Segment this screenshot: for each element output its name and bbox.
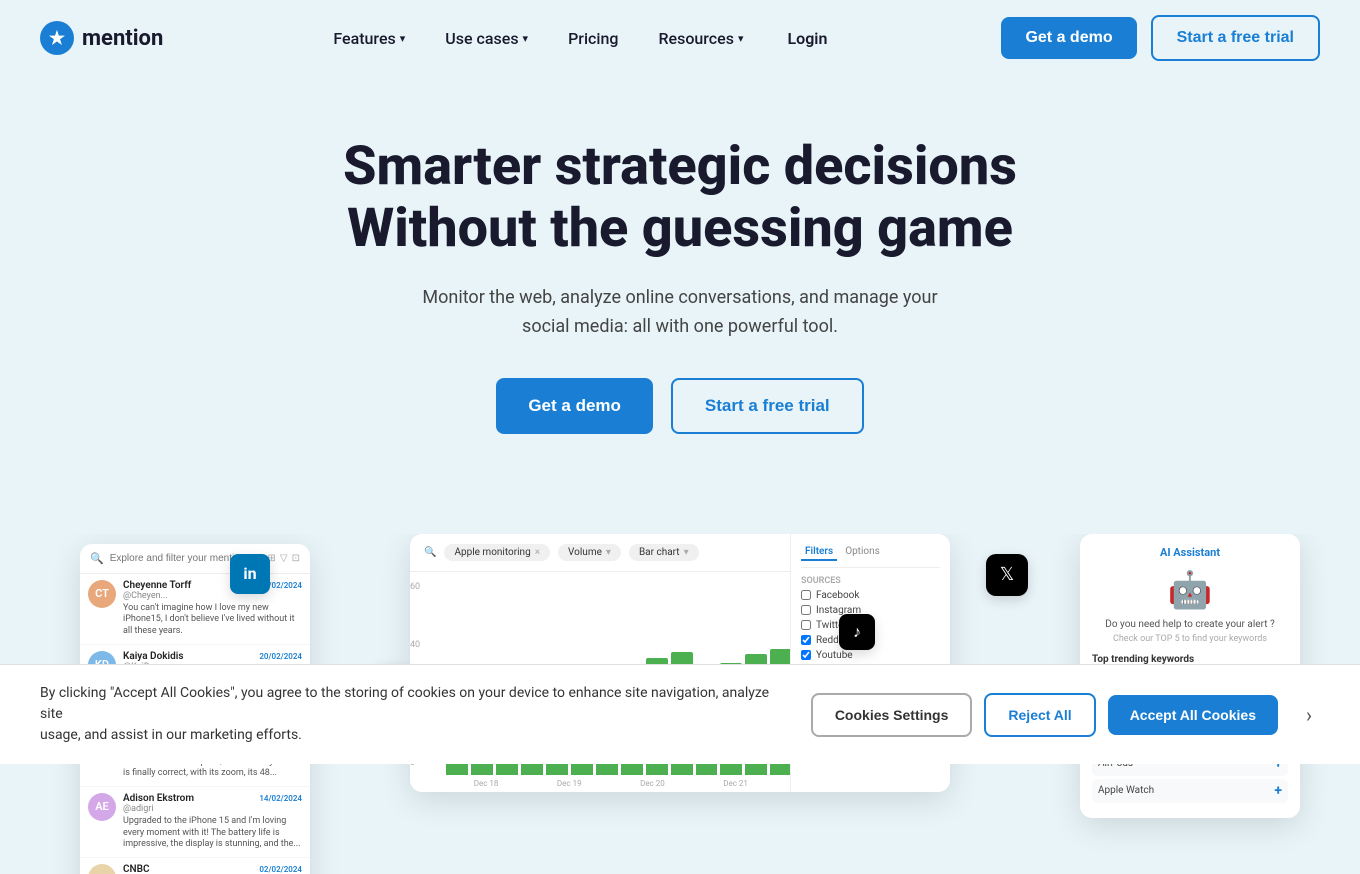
nav-use-cases[interactable]: Use cases ▾ xyxy=(429,19,544,58)
hero-section: Smarter strategic decisions Without the … xyxy=(0,76,1360,534)
ai-message: Do you need help to create your alert ? xyxy=(1092,619,1288,630)
chevron-down-icon: ▾ xyxy=(606,547,611,558)
mentions-search-bar[interactable]: 🔍 ⊞▽⊡ xyxy=(80,544,310,574)
brand-name: mention xyxy=(82,26,163,51)
hero-buttons: Get a demo Start a free trial xyxy=(40,378,1320,434)
list-item: Apple Watch+ xyxy=(1092,779,1288,803)
sources-title: Sources xyxy=(801,576,940,586)
hero-demo-button[interactable]: Get a demo xyxy=(496,378,653,434)
hero-subtext: Monitor the web, analyze online conversa… xyxy=(420,284,940,342)
cookie-buttons: Cookies Settings Reject All Accept All C… xyxy=(811,693,1278,737)
search-icon: 🔍 xyxy=(90,552,104,565)
reject-all-button[interactable]: Reject All xyxy=(984,693,1095,737)
nav-actions: Get a demo Start a free trial xyxy=(1001,15,1320,61)
filter-tab-filters[interactable]: Filters xyxy=(801,544,837,561)
start-trial-button[interactable]: Start a free trial xyxy=(1151,15,1320,61)
cookie-banner: By clicking "Accept All Cookies", you ag… xyxy=(0,664,1360,764)
chart-tag-apple[interactable]: Apple monitoring × xyxy=(444,544,550,561)
ai-robot-icon: 🤖 xyxy=(1092,569,1288,611)
cookie-arrow-icon[interactable]: › xyxy=(1298,699,1320,731)
get-demo-button[interactable]: Get a demo xyxy=(1001,17,1136,59)
filter-checkbox[interactable] xyxy=(801,635,811,645)
search-filter-icons: ⊞▽⊡ xyxy=(268,553,300,564)
accept-all-button[interactable]: Accept All Cookies xyxy=(1108,695,1278,735)
list-item: AE Adison Ekstrom 14/02/2024 @adigri Upg… xyxy=(80,787,310,858)
filter-tab-options[interactable]: Options xyxy=(841,544,884,561)
nav-login[interactable]: Login xyxy=(767,19,847,58)
filter-option[interactable]: Facebook xyxy=(801,590,940,601)
navigation: ★ mention Features ▾ Use cases ▾ Pricing… xyxy=(0,0,1360,76)
linkedin-icon: in xyxy=(230,554,270,594)
hero-trial-button[interactable]: Start a free trial xyxy=(671,378,864,434)
filter-checkbox[interactable] xyxy=(801,650,811,660)
ai-panel-title: AI Assistant xyxy=(1092,546,1288,559)
nav-resources[interactable]: Resources ▾ xyxy=(642,19,759,58)
add-keyword-icon[interactable]: + xyxy=(1274,783,1282,799)
filter-checkbox[interactable] xyxy=(801,605,811,615)
list-item: CN CNBC 02/02/2024 @CNBC Apple reported … xyxy=(80,858,310,874)
ai-sub: Check our TOP 5 to find your keywords xyxy=(1092,634,1288,644)
hero-headline: Smarter strategic decisions Without the … xyxy=(40,136,1320,260)
nav-pricing[interactable]: Pricing xyxy=(552,19,634,58)
search-chart-icon: 🔍 xyxy=(424,547,436,558)
features-chevron-icon: ▾ xyxy=(400,32,406,45)
logo-star: ★ xyxy=(40,21,74,55)
nav-links: Features ▾ Use cases ▾ Pricing Resources… xyxy=(317,19,847,58)
chart-tag-volume[interactable]: Volume ▾ xyxy=(558,544,621,561)
cookie-text: By clicking "Accept All Cookies", you ag… xyxy=(40,683,791,746)
filter-checkbox[interactable] xyxy=(801,590,811,600)
tiktok-icon: ♪ xyxy=(839,614,875,650)
resources-chevron-icon: ▾ xyxy=(738,32,744,45)
nav-features[interactable]: Features ▾ xyxy=(317,19,421,58)
filter-tabs: Filters Options xyxy=(801,544,940,568)
logo[interactable]: ★ mention xyxy=(40,21,163,55)
list-item: CT Cheyenne Torff 20/02/2024 @Cheyen... … xyxy=(80,574,310,645)
use-cases-chevron-icon: ▾ xyxy=(523,32,529,45)
filter-checkbox[interactable] xyxy=(801,620,811,630)
x-twitter-icon: 𝕏 xyxy=(986,554,1028,596)
filter-option[interactable]: Youtube xyxy=(801,650,940,661)
cookies-settings-button[interactable]: Cookies Settings xyxy=(811,693,973,737)
chart-tag-bar[interactable]: Bar chart ▾ xyxy=(629,544,699,561)
chevron-down-icon-bar: ▾ xyxy=(684,547,689,558)
